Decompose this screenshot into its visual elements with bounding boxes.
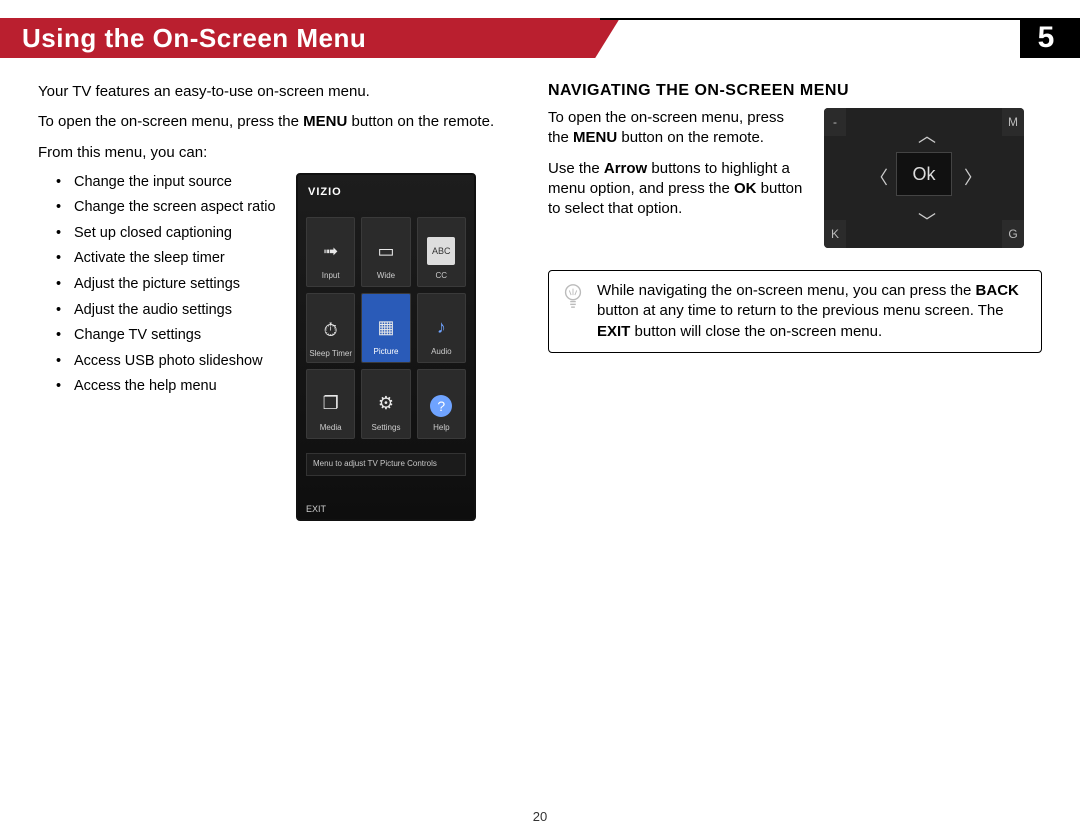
arrow-right-icon: 〉 [964,164,982,190]
menu-tile-settings: ⚙ Settings [361,369,410,439]
menu-tile-picture: ▦ Picture [361,293,410,363]
gear-icon: ⚙ [372,389,400,417]
right-column: NAVIGATING THE ON-SCREEN MENU To open th… [548,82,1042,521]
picture-icon: ▦ [372,313,400,341]
arrow-up-icon: ︿ [918,122,936,148]
tile-label: Picture [374,347,399,358]
list-item: Change the input source [56,173,278,193]
clock-icon: ⏱ [317,316,345,344]
list-item: Change TV settings [56,326,278,346]
arrow-left-icon: 〈 [870,164,888,190]
help-icon: ? [430,395,452,417]
tv-menu-grid: ➟ Input ▭ Wide ABC CC ⏱ Sleep Timer ▦ Picture… [306,217,466,439]
remote-key-fragment: - [824,108,846,136]
list-item: Access the help menu [56,377,278,397]
menu-tile-sleep-timer: ⏱ Sleep Timer [306,293,355,363]
nav-p2: Use the Arrow buttons to highlight a men… [548,159,808,220]
menu-tile-input: ➟ Input [306,217,355,287]
text: To open the on-screen menu, press the [38,113,303,130]
tile-label: CC [436,271,448,282]
tv-status-bar: Menu to adjust TV Picture Controls [306,453,466,476]
tip-callout: While navigating the on-screen menu, you… [548,270,1042,353]
tile-label: Audio [431,347,451,358]
audio-icon: ♪ [427,313,455,341]
tile-label: Input [322,271,340,282]
feature-bullet-list: Change the input source Change the scree… [38,173,278,521]
text: button on the remote. [347,113,494,130]
ok-bold: OK [734,180,757,197]
tile-label: Sleep Timer [309,350,352,358]
text: button at any time to return to the prev… [597,302,1004,319]
back-bold: BACK [976,282,1019,299]
open-menu-instruction: To open the on-screen menu, press the ME… [38,112,518,132]
arrow-down-icon: ﹀ [918,208,936,234]
tv-brand-label: VIZIO [308,185,342,200]
nav-instructions: To open the on-screen menu, press the ME… [548,108,808,229]
tile-label: Wide [377,271,395,282]
menu-tile-wide: ▭ Wide [361,217,410,287]
menu-bold: MENU [303,113,347,130]
tile-label: Help [433,423,449,434]
header-rule [600,18,1025,20]
left-column: Your TV features an easy-to-use on-scree… [38,82,518,521]
lightbulb-icon [561,283,585,309]
remote-key-fragment: K [824,220,846,248]
list-item: Adjust the picture settings [56,275,278,295]
remote-key-fragment: M [1002,108,1024,136]
page-title: Using the On-Screen Menu [0,18,620,58]
chapter-number: 5 [1020,18,1080,58]
tv-exit-label: EXIT [306,503,326,515]
remote-dpad-illustration: - M K G ︿ ﹀ 〈 〉 Ok [824,108,1024,248]
remote-key-fragment: G [1002,220,1024,248]
text: button on the remote. [617,129,764,146]
page-number: 20 [0,809,1080,824]
menu-bold: MENU [573,129,617,146]
from-menu-text: From this menu, you can: [38,143,518,163]
list-item: Access USB photo slideshow [56,352,278,372]
media-icon: ❐ [317,389,345,417]
tv-menu-screenshot: VIZIO ➟ Input ▭ Wide ABC CC ⏱ Sleep Timer ▦ P… [296,173,476,521]
input-icon: ➟ [317,237,345,265]
tile-label: Media [320,423,342,434]
ok-button-label: Ok [896,152,952,196]
arrow-bold: Arrow [604,160,647,177]
list-item: Activate the sleep timer [56,249,278,269]
nav-p1: To open the on-screen menu, press the ME… [548,108,808,149]
list-item: Change the screen aspect ratio [56,198,278,218]
menu-tile-help: ? Help [417,369,466,439]
cc-icon: ABC [427,237,455,265]
page-header: Using the On-Screen Menu 5 [0,18,1080,58]
tile-label: Settings [372,423,401,434]
text: Use the [548,160,604,177]
menu-tile-cc: ABC CC [417,217,466,287]
wide-icon: ▭ [372,237,400,265]
menu-tile-media: ❐ Media [306,369,355,439]
intro-text: Your TV features an easy-to-use on-scree… [38,82,518,102]
section-heading: NAVIGATING THE ON-SCREEN MENU [548,82,1042,100]
list-item: Adjust the audio settings [56,301,278,321]
list-item: Set up closed captioning [56,224,278,244]
text: button will close the on-screen menu. [630,323,882,340]
menu-tile-audio: ♪ Audio [417,293,466,363]
text: While navigating the on-screen menu, you… [597,282,976,299]
exit-bold: EXIT [597,323,630,340]
